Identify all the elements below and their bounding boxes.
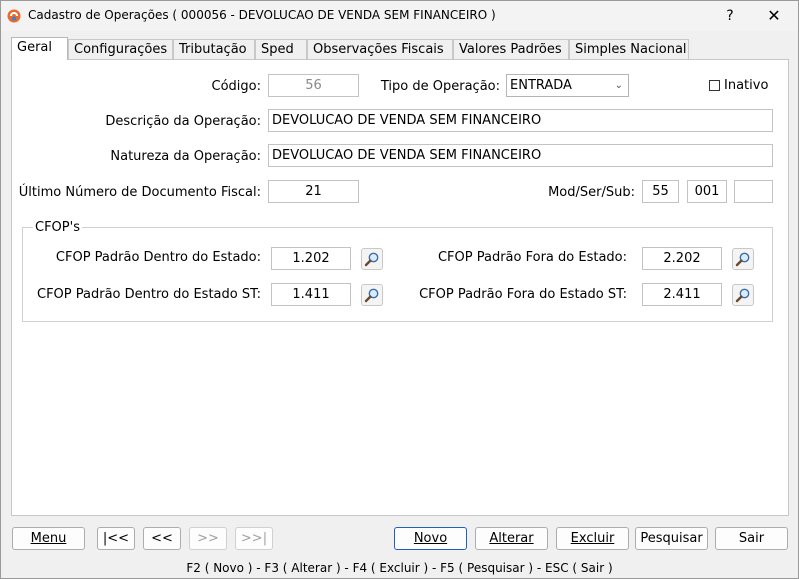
first-record-button[interactable]: |<< (97, 527, 135, 550)
novo-button[interactable]: Novo (394, 527, 467, 550)
app-logo-icon (7, 9, 21, 23)
cfop-fora-st-search-button[interactable] (732, 284, 754, 306)
tab-observacoes-fiscais[interactable]: Observações Fiscais (307, 39, 453, 59)
search-icon (364, 288, 379, 303)
search-icon (735, 288, 750, 303)
excluir-button[interactable]: Excluir (556, 527, 629, 550)
cfop-dentro-label: CFOP Padrão Dentro do Estado: (55, 250, 261, 265)
cfop-fora-st-label: CFOP Padrão Fora do Estado ST: (419, 287, 627, 302)
menu-button[interactable]: Menu (12, 527, 85, 550)
ultimo-numero-label: Último Número de Documento Fiscal: (18, 185, 261, 200)
sair-button[interactable]: Sair (715, 527, 788, 550)
search-icon (735, 252, 750, 267)
cfop-group-title: CFOP's (33, 220, 82, 235)
cfop-dentro-field[interactable]: 1.202 (271, 247, 351, 270)
cfop-fora-field[interactable]: 2.202 (642, 247, 722, 270)
tab-sped[interactable]: Sped (255, 39, 307, 59)
natureza-label: Natureza da Operação: (110, 149, 261, 164)
tab-configuracoes[interactable]: Configurações (68, 39, 173, 59)
window-title: Cadastro de Operações ( 000056 - DEVOLUC… (28, 8, 496, 22)
cfop-fora-st-field[interactable]: 2.411 (642, 283, 722, 306)
title-bar[interactable]: Cadastro de Operações ( 000056 - DEVOLUC… (1, 1, 798, 31)
novo-button-label: Novo (413, 531, 448, 546)
inativo-checkbox[interactable] (709, 80, 720, 91)
subserie-field[interactable] (734, 180, 773, 203)
tipo-operacao-label: Tipo de Operação: (380, 79, 500, 94)
serie-field[interactable]: 001 (687, 180, 727, 203)
help-icon[interactable]: ? (719, 5, 741, 27)
tab-tributacao[interactable]: Tributação (173, 39, 255, 59)
menu-button-label: Menu (30, 531, 67, 546)
cfop-group (22, 227, 773, 322)
descricao-field[interactable]: DEVOLUCAO DE VENDA SEM FINANCEIRO (268, 109, 773, 132)
alterar-button[interactable]: Alterar (475, 527, 548, 550)
last-record-button[interactable]: >>| (235, 527, 273, 550)
tab-valores-padroes[interactable]: Valores Padrões (453, 39, 569, 59)
mod-ser-sub-label: Mod/Ser/Sub: (548, 185, 635, 200)
inativo-label[interactable]: Inativo (724, 78, 768, 93)
next-record-button[interactable]: >> (189, 527, 227, 550)
codigo-label: Código: (211, 79, 261, 94)
descricao-label: Descrição da Operação: (105, 114, 261, 129)
cfop-dentro-search-button[interactable] (361, 248, 383, 270)
modelo-field[interactable]: 55 (642, 180, 679, 203)
operations-window: Cadastro de Operações ( 000056 - DEVOLUC… (0, 0, 799, 579)
tab-geral[interactable]: Geral (11, 37, 68, 60)
search-icon (364, 252, 379, 267)
cfop-dentro-st-label: CFOP Padrão Dentro do Estado ST: (37, 287, 261, 302)
cfop-dentro-st-field[interactable]: 1.411 (271, 283, 351, 306)
codigo-field[interactable]: 56 (268, 74, 359, 97)
natureza-field[interactable]: DEVOLUCAO DE VENDA SEM FINANCEIRO (268, 144, 773, 167)
chevron-down-icon: ⌄ (614, 80, 623, 91)
cfop-dentro-st-search-button[interactable] (361, 284, 383, 306)
alterar-button-label: Alterar (489, 531, 534, 546)
shortcut-status-bar: F2 ( Novo ) - F3 ( Alterar ) - F4 ( Excl… (186, 561, 613, 575)
tipo-operacao-value: ENTRADA (510, 78, 572, 93)
close-icon[interactable]: ✕ (761, 5, 787, 27)
excluir-button-label: Excluir (570, 531, 615, 546)
cfop-fora-search-button[interactable] (732, 248, 754, 270)
cfop-fora-label: CFOP Padrão Fora do Estado: (437, 250, 627, 265)
tab-simples-nacional[interactable]: Simples Nacional (569, 39, 689, 59)
previous-record-button[interactable]: << (143, 527, 181, 550)
ultimo-numero-field[interactable]: 21 (268, 180, 359, 203)
pesquisar-button[interactable]: Pesquisar (635, 527, 708, 550)
tipo-operacao-select[interactable]: ENTRADA ⌄ (506, 74, 629, 97)
